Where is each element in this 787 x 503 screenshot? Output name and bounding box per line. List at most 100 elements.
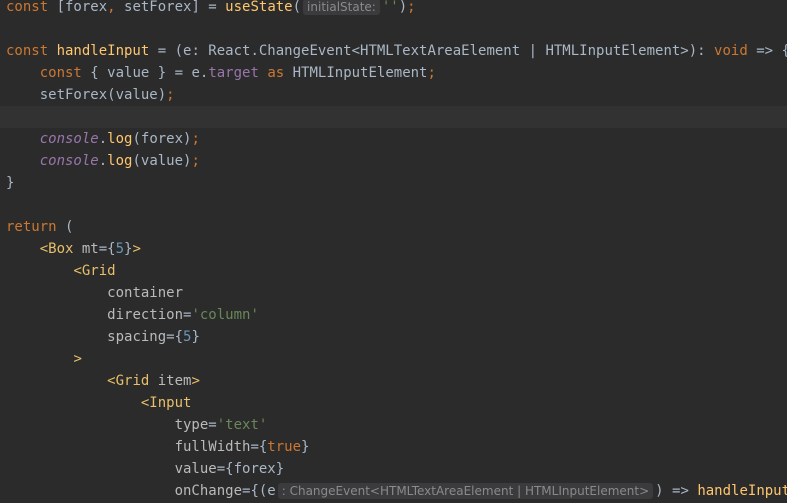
code-text: setForex(value) [6, 87, 167, 103]
keyword-token: ; [407, 0, 416, 15]
code-text: (forex) [132, 131, 192, 147]
jsx-tag-token: > [132, 241, 141, 257]
jsx-tag-token: <Grid [107, 373, 158, 389]
keyword-token: as [267, 65, 293, 81]
code-text: ={forex} [216, 461, 285, 477]
code-line[interactable] [6, 18, 787, 40]
keyword-token: true [267, 439, 302, 455]
global-token: console [39, 131, 99, 147]
function-token: log [107, 153, 133, 169]
code-editor[interactable]: const [forex, setForex] = useState(initi… [0, 0, 787, 503]
code-line[interactable]: setForex(value); [6, 84, 787, 106]
code-text: } [191, 329, 200, 345]
code-line[interactable]: const handleInput = (e: React.ChangeEven… [6, 40, 787, 62]
code-text: . [98, 153, 108, 169]
code-line[interactable]: container [6, 282, 787, 304]
jsx-attribute-token: container [107, 285, 184, 301]
jsx-attribute-token: mt [81, 241, 99, 257]
code-text: ={ [250, 439, 268, 455]
code-line[interactable]: <Box mt={5}> [6, 238, 787, 260]
code-line[interactable]: value={forex} [6, 458, 787, 480]
jsx-tag-token: > [73, 351, 82, 367]
keyword-token: return [6, 219, 66, 235]
number-token: 5 [115, 241, 125, 257]
code-line[interactable]: console.log(value); [6, 150, 787, 172]
keyword-token: ; [191, 153, 200, 169]
keyword-token: const [6, 0, 57, 15]
code-line[interactable]: const [forex, setForex] = useState(initi… [6, 0, 787, 18]
code-area[interactable]: const [forex, setForex] = useState(initi… [0, 0, 787, 502]
function-token: handleInput [697, 483, 787, 499]
function-token: useState [225, 0, 293, 15]
code-line[interactable]: fullWidth={true} [6, 436, 787, 458]
code-line[interactable] [0, 106, 787, 128]
code-text: (value) [132, 153, 192, 169]
keyword-token: ; [427, 65, 436, 81]
code-line[interactable]: > [6, 348, 787, 370]
inlay-hint: : ChangeEvent<HTMLTextAreaElement | HTML… [277, 483, 654, 499]
code-line[interactable]: console.log(forex); [6, 128, 787, 150]
code-line[interactable]: spacing={5} [6, 326, 787, 348]
code-text: . [98, 131, 108, 147]
keyword-token: void [714, 43, 757, 59]
code-line[interactable] [6, 194, 787, 216]
code-text: [forex [56, 0, 108, 15]
code-line[interactable]: } [6, 172, 787, 194]
code-text: } [6, 175, 15, 191]
code-line[interactable]: direction='column' [6, 304, 787, 326]
keyword-token: ; [166, 87, 175, 103]
code-text: setForex] = [124, 0, 226, 15]
inlay-hint: initialState: [303, 0, 380, 15]
jsx-attribute-token: direction [107, 307, 184, 323]
code-line[interactable]: <Grid [6, 260, 787, 282]
code-text: HTMLInputElement [292, 65, 428, 81]
jsx-attribute-token: value [174, 461, 217, 477]
code-text: } [301, 439, 310, 455]
jsx-attribute-token: spacing [107, 329, 167, 345]
code-text: = [208, 417, 217, 433]
code-text: ( [65, 219, 74, 235]
code-line[interactable]: onChange={(e: ChangeEvent<HTMLTextAreaEl… [6, 480, 787, 502]
code-text: => { [756, 43, 787, 59]
keyword-token: , [107, 0, 125, 15]
global-token: console [39, 153, 99, 169]
code-text: = (e: React.ChangeEvent<HTMLTextAreaElem… [149, 43, 715, 59]
code-line[interactable]: <Grid item> [6, 370, 787, 392]
keyword-token: const [6, 43, 57, 59]
property-token: target [208, 65, 268, 81]
jsx-tag-token: <Grid [73, 263, 116, 279]
function-token: log [107, 131, 133, 147]
code-line[interactable]: <Input [6, 392, 787, 414]
jsx-attribute-token: onChange [174, 483, 243, 499]
jsx-attribute-token: item [157, 373, 192, 389]
code-text: ={ [166, 329, 184, 345]
code-line[interactable]: const { value } = e.target as HTMLInputE… [6, 62, 787, 84]
code-text: ={ [98, 241, 116, 257]
code-line[interactable]: type='text' [6, 414, 787, 436]
code-text: ( [292, 0, 302, 15]
code-text: { value } = e. [90, 65, 209, 81]
code-text: ) => [655, 483, 698, 499]
string-token: 'column' [191, 307, 259, 323]
code-text: ={(e [242, 483, 276, 499]
string-token: '' [381, 0, 399, 15]
string-token: 'text' [216, 417, 268, 433]
keyword-token: ; [191, 131, 200, 147]
code-line[interactable]: return ( [6, 216, 787, 238]
jsx-tag-token: > [191, 373, 200, 389]
